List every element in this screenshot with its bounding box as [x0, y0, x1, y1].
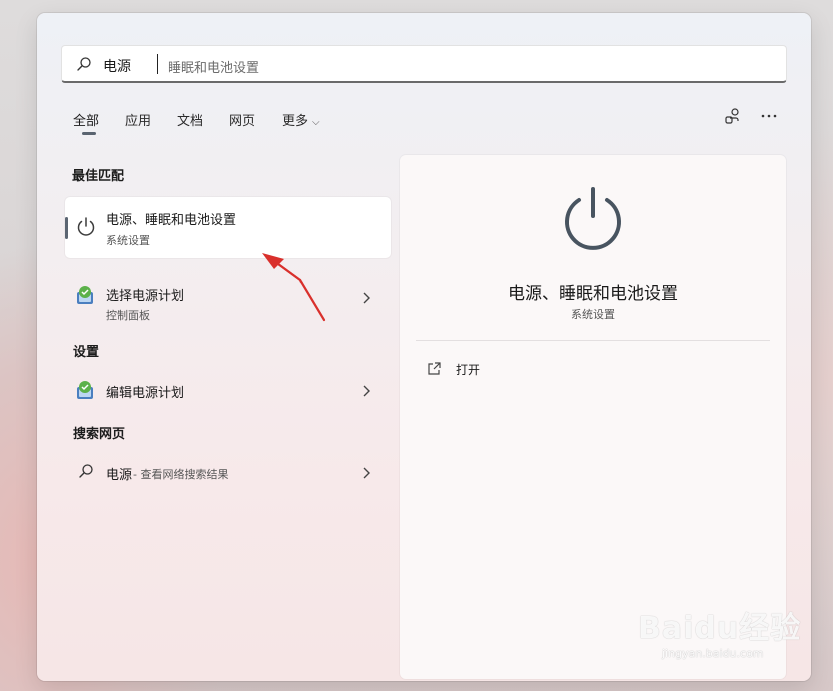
web-result-suffix: - 查看网络搜索结果	[133, 468, 229, 481]
section-title-best-match: 最佳匹配	[72, 169, 125, 184]
tab-more-label: 更多	[282, 114, 309, 129]
chevron-down-icon: ⌵	[312, 117, 320, 128]
search-icon	[77, 57, 91, 71]
start-search-panel: 电源 睡眠和电池设置 全部 应用 文档 网页 更多 ⌵ 最佳匹配 电源、睡眠和电池…	[37, 13, 811, 681]
app-result-title: 选择电源计划	[106, 289, 185, 304]
account-switch-icon[interactable]	[723, 106, 743, 126]
annotation-arrow	[262, 253, 326, 322]
open-external-icon	[428, 362, 441, 375]
watermark-url: jingyan.baidu.com	[662, 647, 764, 660]
chevron-right-icon	[363, 292, 370, 304]
watermark-logo: Baidu经验	[638, 611, 802, 646]
best-match-subtitle: 系统设置	[106, 234, 150, 247]
text-cursor	[157, 54, 158, 74]
settings-result-edit-power-plan[interactable]: 编辑电源计划	[65, 373, 391, 409]
web-result-power[interactable]: 电源 - 查看网络搜索结果	[65, 455, 391, 491]
selection-indicator	[65, 217, 68, 239]
web-result-query: 电源	[106, 468, 133, 483]
search-box[interactable]: 电源 睡眠和电池设置	[61, 45, 787, 83]
tab-more[interactable]: 更多 ⌵	[282, 110, 320, 129]
chevron-right-icon	[363, 467, 370, 479]
more-options-icon[interactable]	[759, 106, 779, 126]
search-autocomplete-suggestion: 睡眠和电池设置	[168, 61, 260, 76]
power-plan-icon	[77, 381, 93, 399]
result-preview-pane: 电源、睡眠和电池设置 系统设置 打开	[400, 155, 786, 679]
best-match-title: 电源、睡眠和电池设置	[106, 213, 237, 228]
power-icon	[77, 217, 95, 236]
search-icon	[79, 464, 93, 478]
tab-all[interactable]: 全部	[73, 110, 99, 129]
chevron-right-icon	[363, 385, 370, 397]
section-title-web: 搜索网页	[73, 427, 126, 442]
tab-documents[interactable]: 文档	[177, 110, 203, 129]
app-result-subtitle: 控制面板	[106, 309, 150, 322]
section-title-settings: 设置	[73, 345, 100, 360]
search-input-value[interactable]: 电源	[103, 56, 131, 76]
best-match-result[interactable]: 电源、睡眠和电池设置 系统设置	[65, 197, 391, 258]
tab-web[interactable]: 网页	[229, 110, 255, 129]
power-plan-icon	[77, 286, 93, 304]
preview-title: 电源、睡眠和电池设置	[508, 284, 678, 304]
settings-result-title: 编辑电源计划	[106, 386, 185, 401]
open-label: 打开	[456, 363, 481, 377]
power-icon	[565, 187, 621, 250]
preview-subtitle: 系统设置	[571, 308, 615, 321]
preview-divider	[416, 340, 770, 341]
tab-apps[interactable]: 应用	[125, 110, 151, 129]
baidu-watermark: Baidu经验 jingyan.baidu.com	[638, 603, 808, 673]
active-tab-indicator	[82, 132, 96, 135]
